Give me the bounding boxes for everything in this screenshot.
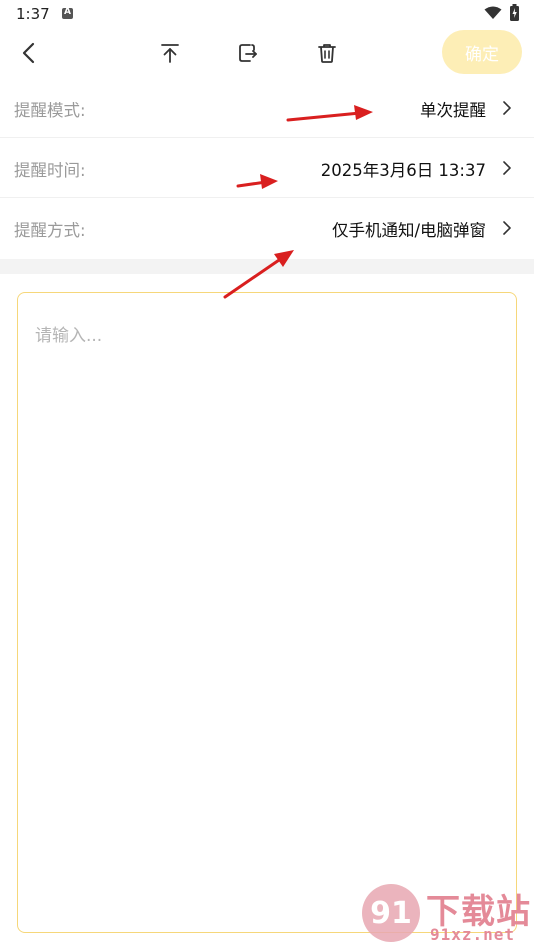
app-notification-icon [62,7,73,19]
watermark-logo: 91 [362,884,420,942]
watermark-url: 91xz.net [430,925,516,944]
site-watermark: 91 下载站 91xz.net [360,882,530,946]
chevron-right-icon [502,160,512,180]
reminder-method-row[interactable]: 提醒方式: 仅手机通知/电脑弹窗 [0,198,534,258]
export-button[interactable] [231,36,265,70]
status-time: 1:37 [16,5,50,23]
back-button[interactable] [12,36,46,70]
reminder-time-value: 2025年3月6日 13:37 [320,161,486,180]
reminder-mode-label: 提醒模式: [14,101,86,120]
toolbar: 确定 [0,28,534,78]
chevron-left-icon [22,42,35,64]
reminder-time-label: 提醒时间: [14,161,86,180]
reminder-mode-row[interactable]: 提醒模式: 单次提醒 [0,78,534,138]
battery-charging-icon [510,4,519,25]
section-divider [0,259,534,274]
content-input[interactable] [18,293,516,932]
status-bar: 1:37 [0,0,534,28]
confirm-button[interactable]: 确定 [442,30,522,74]
wifi-icon [484,5,502,24]
pin-to-top-button[interactable] [153,36,187,70]
reminder-method-value: 仅手机通知/电脑弹窗 [331,221,486,240]
chevron-right-icon [502,100,512,120]
pin-to-top-icon [161,44,179,63]
chevron-right-icon [502,220,512,240]
export-icon [239,44,257,62]
reminder-mode-value: 单次提醒 [420,101,486,120]
reminder-time-row[interactable]: 提醒时间: 2025年3月6日 13:37 [0,138,534,198]
delete-button[interactable] [310,36,344,70]
reminder-method-label: 提醒方式: [14,221,86,240]
reminder-settings: 提醒模式: 单次提醒 提醒时间: 2025年3月6日 13:37 提醒方式: 仅… [0,78,534,258]
content-editor [17,292,517,933]
trash-icon [318,44,336,63]
